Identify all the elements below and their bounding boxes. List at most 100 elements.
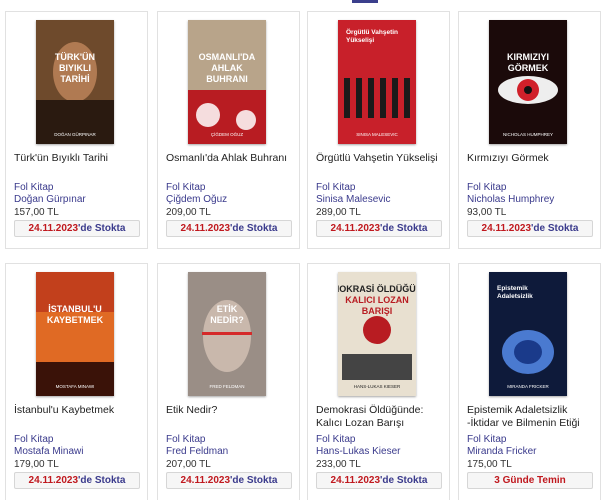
book-cover-art: ETİKNEDİR? FRED FELDMAN [188, 272, 266, 396]
book-cover-art: OSMANLI'DAAHLAKBUHRANI ÇİĞDEM OĞUZ [188, 20, 266, 144]
svg-text:FRED FELDMAN: FRED FELDMAN [209, 384, 244, 389]
svg-text:OSMANLI'DA: OSMANLI'DA [199, 52, 256, 62]
top-nav-indicator [352, 0, 378, 3]
stock-status-badge: 24.11.2023'de Stokta [14, 220, 140, 237]
product-publisher[interactable]: Fol Kitap [166, 434, 298, 446]
stock-status-text: 'de Stokta [230, 223, 278, 234]
product-title[interactable]: Türk'ün Bıyıklı Tarihi [14, 152, 146, 165]
stock-date: 24.11.2023 [330, 223, 381, 234]
svg-text:SINISA MALESEVIC: SINISA MALESEVIC [356, 132, 398, 137]
product-publisher[interactable]: Fol Kitap [467, 434, 599, 446]
book-cover-image[interactable]: KIRMIZIYI GÖRMEK NICHOLAS HUMPHREY [489, 20, 567, 144]
stock-status-badge: 24.11.2023'de Stokta [316, 472, 442, 489]
product-title[interactable]: Kırmızıyı Görmek [467, 152, 599, 165]
svg-text:TARİHİ: TARİHİ [60, 74, 89, 84]
product-publisher[interactable]: Fol Kitap [467, 182, 599, 194]
svg-text:Örgütlü Vahşetin: Örgütlü Vahşetin [346, 27, 398, 36]
book-cover-image[interactable]: ETİK NEDİR? FRED FELDMAN [188, 272, 266, 396]
stock-date: 24.11.2023 [180, 223, 231, 234]
svg-text:HANS-LUKAS KIESER: HANS-LUKAS KIESER [354, 384, 401, 389]
book-cover-art: İSTANBUL'UKAYBETMEK MOSTAFA MINAWI [36, 272, 114, 396]
svg-text:NEDİR?: NEDİR? [210, 315, 244, 325]
product-title[interactable]: Örgütlü Vahşetin Yükselişi [316, 152, 448, 165]
svg-text:ETİK: ETİK [217, 304, 238, 314]
svg-text:Epistemik: Epistemik [497, 285, 528, 292]
book-cover-image[interactable]: DEMOKRASİ ÖLDÜĞÜNDEKALICI LOZANBARIŞI HAN… [338, 272, 416, 396]
product-author[interactable]: Sinisa Malesevic [316, 194, 448, 206]
product-price: 209,00 TL [166, 207, 211, 218]
product-publisher[interactable]: Fol Kitap [14, 434, 146, 446]
book-cover-image[interactable]: İSTANBUL'U KAYBETMEK MOSTAFA MINAWI [36, 272, 114, 396]
stock-status-text: 3 Günde Temin [494, 475, 566, 486]
stock-status-text: 'de Stokta [531, 223, 579, 234]
stock-status-badge: 24.11.2023'de Stokta [467, 220, 593, 237]
product-author[interactable]: Doğan Gürpınar [14, 194, 146, 206]
svg-text:MOSTAFA MINAWI: MOSTAFA MINAWI [56, 384, 95, 389]
book-cover-image[interactable]: Epistemik Adaletsizlik MIRANDA FRICKER [489, 272, 567, 396]
product-publisher[interactable]: Fol Kitap [316, 434, 448, 446]
product-publisher[interactable]: Fol Kitap [14, 182, 146, 194]
product-price: 289,00 TL [316, 207, 361, 218]
stock-status-text: 'de Stokta [78, 475, 126, 486]
book-cover-image[interactable]: Örgütlü Vahşetin Yükselişi SINISA MALESEVI… [338, 20, 416, 144]
product-price: 157,00 TL [14, 207, 59, 218]
product-author[interactable]: Çiğdem Oğuz [166, 194, 298, 206]
stock-date: 24.11.2023 [330, 475, 381, 486]
svg-text:DOĞAN GÜRPINAR: DOĞAN GÜRPINAR [54, 131, 96, 137]
stock-date: 24.11.2023 [28, 475, 79, 486]
product-price: 233,00 TL [316, 459, 361, 470]
product-author[interactable]: Hans-Lukas Kieser [316, 446, 448, 458]
stock-status-badge: 24.11.2023'de Stokta [316, 220, 442, 237]
product-card[interactable]: DEMOKRASİ ÖLDÜĞÜNDEKALICI LOZANBARIŞI HAN… [307, 263, 450, 500]
stock-status-badge: 24.11.2023'de Stokta [166, 220, 292, 237]
stock-date: 24.11.2023 [481, 223, 532, 234]
product-card[interactable]: ETİK NEDİR? FRED FELDMAN Etik Nedir? Fol Kit… [157, 263, 300, 500]
stock-status-badge: 24.11.2023'de Stokta [14, 472, 140, 489]
svg-text:KAYBETMEK: KAYBETMEK [47, 315, 104, 325]
stock-status-text: 'de Stokta [230, 475, 278, 486]
product-price: 207,00 TL [166, 459, 211, 470]
product-card[interactable]: OSMANLI'DA AHLAK BUHRANI ÇİĞDEM OĞUZ Osmanlı… [157, 11, 300, 249]
product-title[interactable]: Etik Nedir? [166, 404, 298, 417]
svg-text:BUHRANI: BUHRANI [206, 74, 248, 84]
book-cover-art: DEMOKRASİ ÖLDÜĞÜNDEKALICI LOZANBARIŞI HAN… [338, 272, 416, 396]
product-publisher[interactable]: Fol Kitap [316, 182, 448, 194]
book-cover-art: TÜRK'ÜNBIYIKLITARİHİ DOĞAN GÜRPINAR [36, 20, 114, 144]
product-price: 93,00 TL [467, 207, 507, 218]
stock-date: 24.11.2023 [180, 475, 231, 486]
svg-text:DEMOKRASİ ÖLDÜĞÜNDE: DEMOKRASİ ÖLDÜĞÜNDE [338, 283, 416, 294]
svg-text:ÇİĞDEM OĞUZ: ÇİĞDEM OĞUZ [211, 131, 244, 137]
product-author[interactable]: Miranda Fricker [467, 446, 599, 458]
svg-text:GÖRMEK: GÖRMEK [508, 63, 549, 73]
product-card[interactable]: KIRMIZIYI GÖRMEK NICHOLAS HUMPHREY Kırmızıy… [458, 11, 601, 249]
book-cover-image[interactable]: TÜRK'ÜN BIYIKLI TARİHİ DOĞAN GÜRPINAR [36, 20, 114, 144]
svg-text:Adaletsizlik: Adaletsizlik [497, 293, 533, 300]
svg-text:Yükselişi: Yükselişi [346, 37, 374, 44]
svg-text:KIRMIZIYI: KIRMIZIYI [507, 52, 549, 62]
stock-status-text: 'de Stokta [78, 223, 126, 234]
product-card[interactable]: Örgütlü Vahşetin Yükselişi SINISA MALESEVI… [307, 11, 450, 249]
product-card[interactable]: TÜRK'ÜN BIYIKLI TARİHİ DOĞAN GÜRPINAR Türk'ü… [5, 11, 148, 249]
product-card[interactable]: Epistemik Adaletsizlik MIRANDA FRICKER Epis… [458, 263, 601, 500]
stock-status-text: 'de Stokta [380, 223, 428, 234]
product-author[interactable]: Mostafa Minawi [14, 446, 146, 458]
stock-status-text: 'de Stokta [380, 475, 428, 486]
product-price: 175,00 TL [467, 459, 512, 470]
product-price: 179,00 TL [14, 459, 59, 470]
svg-text:NICHOLAS HUMPHREY: NICHOLAS HUMPHREY [503, 132, 553, 137]
product-author[interactable]: Fred Feldman [166, 446, 298, 458]
product-title[interactable]: Demokrasi Öldüğünde: Kalıcı Lozan Barışı [316, 404, 448, 430]
product-title[interactable]: Osmanlı'da Ahlak Buhranı [166, 152, 298, 165]
stock-status-badge: 24.11.2023'de Stokta [166, 472, 292, 489]
book-cover-art: Örgütlü VahşetinYükselişi SINISA MALESEVI… [338, 20, 416, 144]
book-cover-art: EpistemikAdaletsizlik MIRANDA FRICKER [489, 272, 567, 396]
product-title[interactable]: Epistemik Adaletsizlik -İktidar ve Bilme… [467, 404, 599, 430]
product-publisher[interactable]: Fol Kitap [166, 182, 298, 194]
product-author[interactable]: Nicholas Humphrey [467, 194, 599, 206]
stock-status-badge: 3 Günde Temin [467, 472, 593, 489]
product-title[interactable]: İstanbul'u Kaybetmek [14, 404, 146, 417]
stock-date: 24.11.2023 [28, 223, 79, 234]
product-card[interactable]: İSTANBUL'U KAYBETMEK MOSTAFA MINAWI İstanbu… [5, 263, 148, 500]
book-cover-image[interactable]: OSMANLI'DA AHLAK BUHRANI ÇİĞDEM OĞUZ [188, 20, 266, 144]
svg-text:MIRANDA FRICKER: MIRANDA FRICKER [507, 384, 549, 389]
